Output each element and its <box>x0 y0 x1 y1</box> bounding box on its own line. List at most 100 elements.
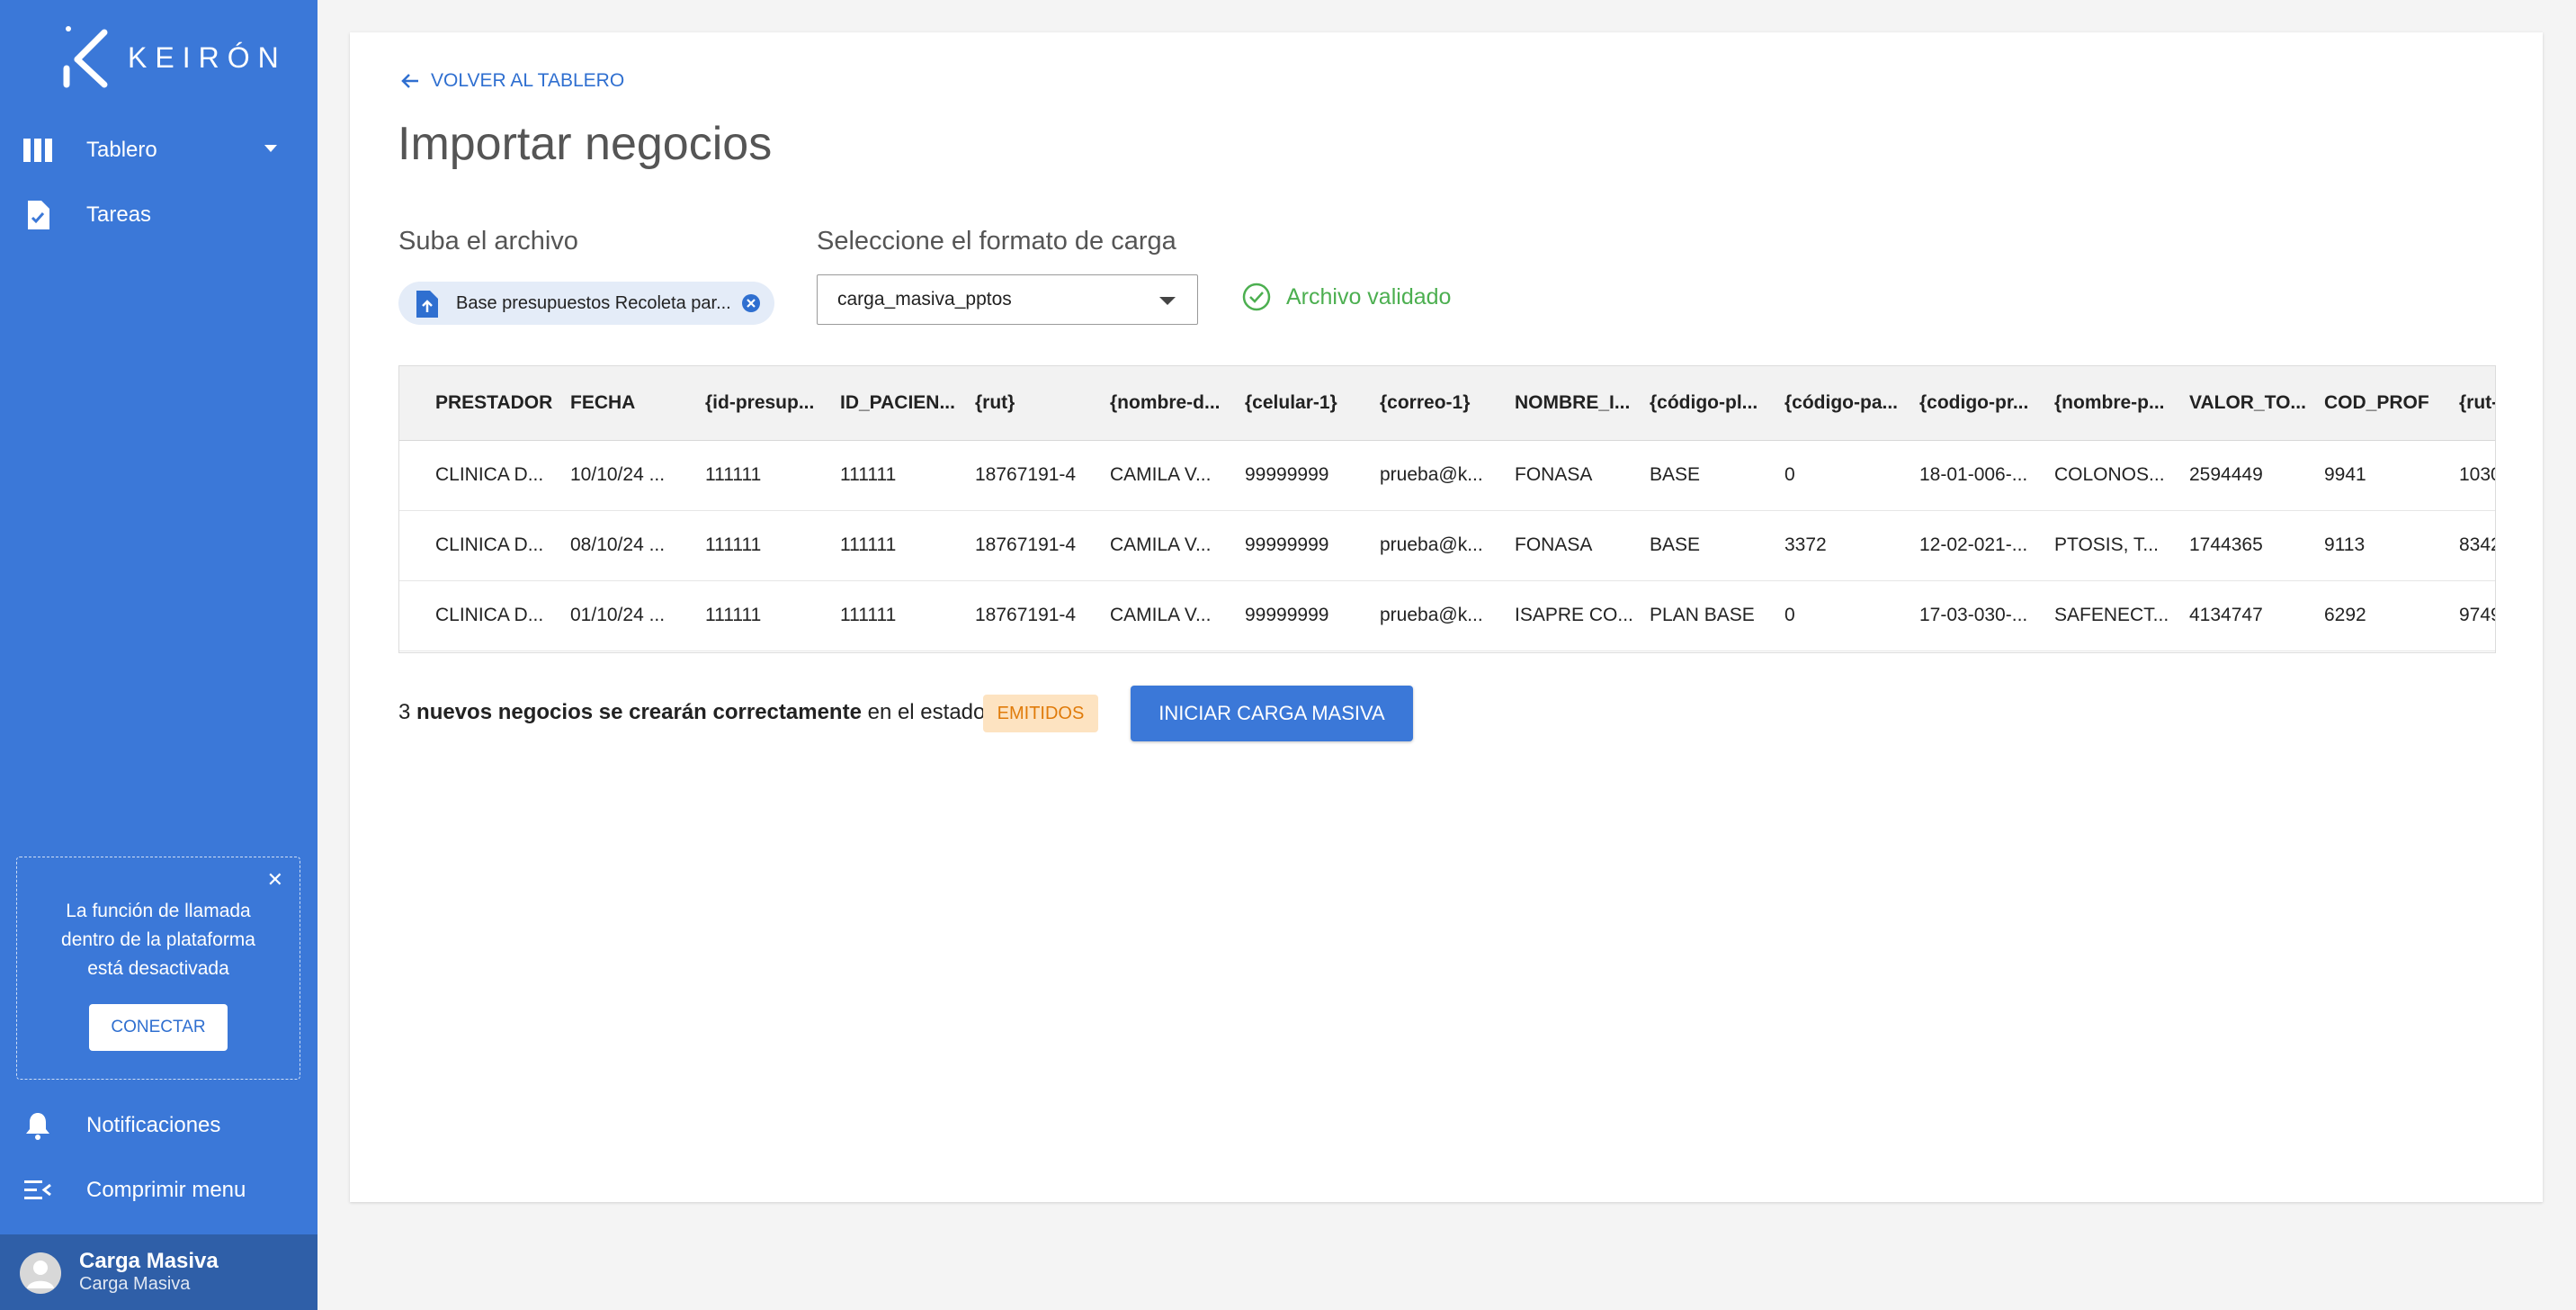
table-row: CLINICA D... 08/10/24 ... 111111 111111 1876… <box>399 510 2495 581</box>
column-header: {correo-1} <box>1380 392 1471 413</box>
uploaded-file-chip[interactable]: Base presupuestos Recoleta par... <box>398 282 774 325</box>
table-cell: prueba@k... <box>1380 464 1483 485</box>
table-cell: BASE <box>1650 534 1701 555</box>
task-file-icon <box>22 199 54 231</box>
column-header: FECHA <box>570 392 636 413</box>
collapse-menu-icon <box>22 1174 54 1207</box>
sidebar-item-label: Tareas <box>86 202 152 227</box>
table-cell: 111111 <box>840 464 897 485</box>
preview-table: PRESTADOR FECHA {id-presup... ID_PACIEN... {… <box>398 365 2496 653</box>
table-cell: 18-01-006-... <box>1919 464 2028 485</box>
table-cell: 111111 <box>705 605 762 625</box>
table-cell: 99999999 <box>1245 464 1329 485</box>
sidebar-item-label: Notificaciones <box>86 1113 221 1137</box>
sidebar-item-tablero[interactable]: Tablero <box>0 118 318 183</box>
table-cell: 111111 <box>705 464 762 485</box>
table-header: PRESTADOR FECHA {id-presup... ID_PACIEN... {… <box>399 366 2495 441</box>
brand-logo[interactable]: KEIRÓN <box>59 23 287 92</box>
table-cell: 0 <box>1784 464 1795 485</box>
summary-rest: en el estado <box>867 700 986 724</box>
table-cell: 9749 <box>2459 605 2495 625</box>
summary-bold: nuevos negocios se crearán correctamente <box>416 700 862 724</box>
start-bulk-upload-button[interactable]: INICIAR CARGA MASIVA <box>1131 686 1413 741</box>
connect-button[interactable]: CONECTAR <box>89 1004 228 1051</box>
table-cell: prueba@k... <box>1380 534 1483 555</box>
table-cell: 1744365 <box>2189 534 2263 555</box>
table-cell: CAMILA V... <box>1110 464 1212 485</box>
sidebar-item-label: Comprimir menu <box>86 1178 246 1202</box>
table-cell: 6292 <box>2324 605 2366 625</box>
table-cell: FONASA <box>1515 464 1593 485</box>
table-cell: 2594449 <box>2189 464 2263 485</box>
page-title: Importar negocios <box>398 118 773 170</box>
table-cell: 10/10/24 ... <box>570 464 666 485</box>
table-cell: 111111 <box>840 534 897 555</box>
column-header: ID_PACIEN... <box>840 392 955 413</box>
summary-text: 3 nuevos negocios se crearán correctamen… <box>398 700 985 725</box>
chevron-down-icon <box>264 145 277 152</box>
table-cell: 1030 <box>2459 464 2495 485</box>
bell-icon <box>22 1109 54 1142</box>
table-cell: 01/10/24 ... <box>570 605 666 625</box>
table-cell: prueba@k... <box>1380 605 1483 625</box>
user-name: Carga Masiva <box>79 1249 219 1273</box>
columns-icon <box>22 134 54 166</box>
column-header: NOMBRE_I... <box>1515 392 1631 413</box>
column-header: {rut} <box>975 392 1015 413</box>
table-cell: FONASA <box>1515 534 1593 555</box>
call-feature-promo: ✕ La función de llamada dentro de la pla… <box>16 857 300 1080</box>
table-cell: 18767191-4 <box>975 464 1077 485</box>
back-to-board-link[interactable]: VOLVER AL TABLERO <box>400 70 624 92</box>
arrow-left-icon <box>401 74 418 88</box>
table-cell: 12-02-021-... <box>1919 534 2028 555</box>
format-select[interactable]: carga_masiva_pptos <box>817 274 1198 325</box>
column-header: VALOR_TO... <box>2189 392 2306 413</box>
sidebar-item-label: Tablero <box>86 138 157 162</box>
validated-label: Archivo validado <box>1286 283 1452 310</box>
close-icon[interactable]: ✕ <box>267 868 283 892</box>
file-name: Base presupuestos Recoleta par... <box>456 293 731 313</box>
sidebar-item-tareas[interactable]: Tareas <box>0 183 318 247</box>
table-cell: CAMILA V... <box>1110 605 1212 625</box>
table-cell: 08/10/24 ... <box>570 534 666 555</box>
table-cell: 9113 <box>2324 534 2366 555</box>
table-cell: 8342 <box>2459 534 2495 555</box>
keiron-logo-icon <box>63 26 108 88</box>
brand-name: KEIRÓN <box>128 40 287 74</box>
column-header: {id-presup... <box>705 392 815 413</box>
remove-file-icon[interactable] <box>740 292 762 319</box>
column-header: {código-pl... <box>1650 392 1758 413</box>
column-header: {rut- <box>2459 392 2496 413</box>
table-cell: SAFENECT... <box>2054 605 2169 625</box>
table-cell: 0 <box>1784 605 1795 625</box>
validation-status: Archivo validado <box>1241 282 1451 312</box>
table-cell: 111111 <box>840 605 897 625</box>
column-header: {código-pa... <box>1784 392 1898 413</box>
back-label: VOLVER AL TABLERO <box>431 70 625 91</box>
table-cell: CLINICA D... <box>435 534 544 555</box>
column-header: COD_PROF <box>2324 392 2429 413</box>
sidebar-item-collapse-menu[interactable]: Comprimir menu <box>0 1158 318 1223</box>
table-cell: BASE <box>1650 464 1701 485</box>
user-profile[interactable]: Carga Masiva Carga Masiva <box>0 1234 318 1310</box>
format-select-value: carga_masiva_pptos <box>837 289 1012 310</box>
status-badge: EMITIDOS <box>983 695 1098 732</box>
table-cell: CLINICA D... <box>435 464 544 485</box>
table-cell: PTOSIS, T... <box>2054 534 2159 555</box>
table-cell: 99999999 <box>1245 605 1329 625</box>
promo-message: La función de llamada dentro de la plata… <box>61 901 255 979</box>
table-row: CLINICA D... 01/10/24 ... 111111 111111 1876… <box>399 580 2495 651</box>
table-cell: ISAPRE CO... <box>1515 605 1632 625</box>
format-label: Seleccione el formato de carga <box>817 227 1176 256</box>
table-row: CLINICA D... 10/10/24 ... 111111 111111 1876… <box>399 440 2495 511</box>
table-cell: 99999999 <box>1245 534 1329 555</box>
file-upload-icon <box>415 291 438 322</box>
table-cell: PLAN BASE <box>1650 605 1755 625</box>
sidebar-item-notificaciones[interactable]: Notificaciones <box>0 1093 318 1158</box>
column-header: {nombre-p... <box>2054 392 2165 413</box>
summary-count: 3 <box>398 700 411 724</box>
upload-label: Suba el archivo <box>398 227 578 256</box>
table-cell: 9941 <box>2324 464 2366 485</box>
sidebar: KEIRÓN Tablero Tareas ✕ La función de ll… <box>0 0 318 1310</box>
avatar <box>20 1252 61 1294</box>
